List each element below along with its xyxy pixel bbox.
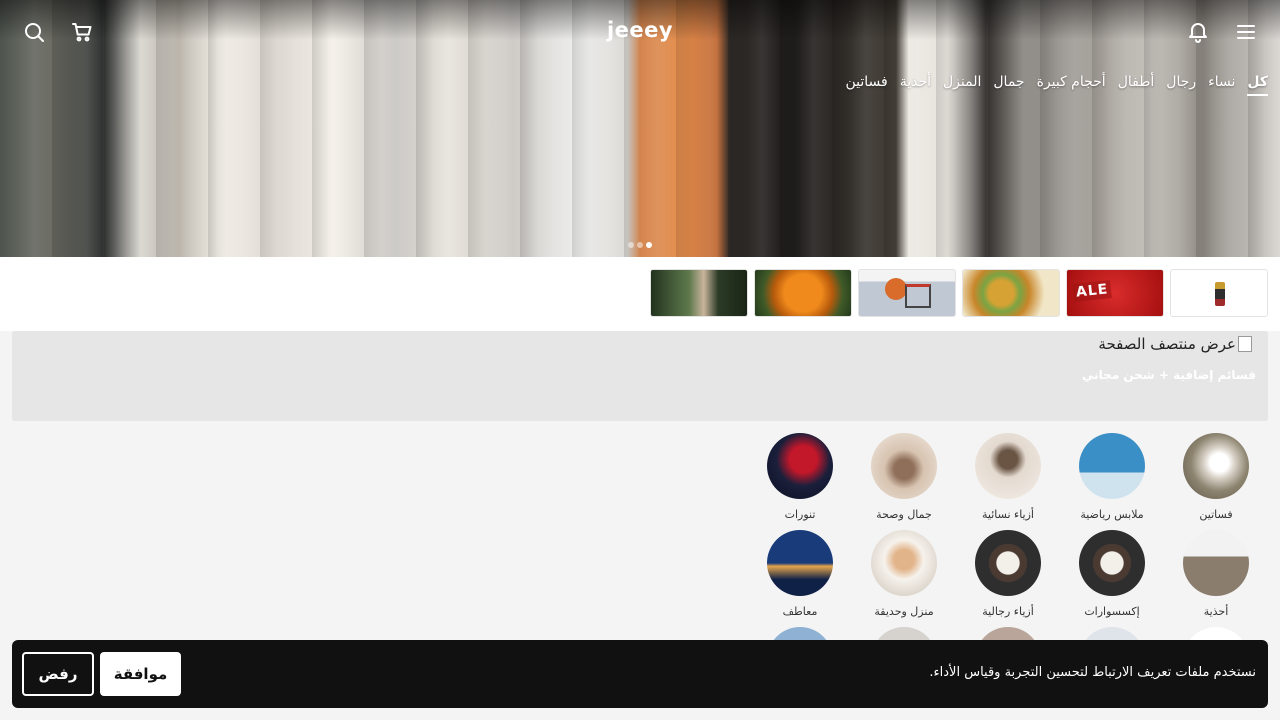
cart-icon[interactable] [68, 18, 96, 46]
category-item[interactable]: ملابس رياضية [1060, 433, 1164, 522]
broken-image-icon [1238, 336, 1252, 352]
category-tabs: كل نساء رجال أطفال أحجام كبيرة جمال المن… [845, 72, 1268, 96]
hero-banner[interactable]: jeeey كل نساء رجال أطفال أحجام كبيرة جما… [0, 0, 1280, 257]
promo-thumb-flower[interactable] [754, 269, 852, 317]
tab-all[interactable]: كل [1247, 72, 1268, 96]
category-image [871, 433, 937, 499]
category-item[interactable]: إكسسوارات [1060, 530, 1164, 619]
category-item[interactable]: أحذية [1164, 530, 1268, 619]
logo[interactable]: jeeey [607, 18, 673, 42]
category-image [871, 530, 937, 596]
logo-container: jeeey [0, 18, 1280, 42]
category-item[interactable]: أزياء نسائية [956, 433, 1060, 522]
promo-thumb-handshake[interactable] [650, 269, 748, 317]
tab-men[interactable]: رجال [1166, 72, 1196, 96]
category-image [767, 530, 833, 596]
category-label: إكسسوارات [1084, 605, 1140, 618]
promo-thumb-basketball[interactable] [858, 269, 956, 317]
category-image [1183, 530, 1249, 596]
carousel-dot[interactable] [628, 242, 634, 248]
category-image [767, 433, 833, 499]
category-label: منزل وحديقة [874, 605, 934, 618]
category-image [1079, 530, 1145, 596]
category-item[interactable]: تنورات [748, 433, 852, 522]
category-item[interactable]: جمال وصحة [852, 433, 956, 522]
hoop-image [905, 284, 931, 308]
category-image [975, 530, 1041, 596]
carousel-dot[interactable] [637, 242, 643, 248]
basketball-image [885, 278, 907, 300]
category-label: أزياء نسائية [982, 508, 1034, 521]
tab-home[interactable]: المنزل [943, 72, 981, 96]
category-label: تنورات [784, 508, 816, 521]
banner-subtitle: قسائم إضافية + شحن مجاني [1082, 368, 1256, 382]
promo-thumb-figure[interactable] [1170, 269, 1268, 317]
accept-button[interactable]: موافقة [100, 652, 181, 696]
category-label: جمال وصحة [876, 508, 932, 521]
tab-women[interactable]: نساء [1208, 72, 1235, 96]
category-label: أحذية [1203, 605, 1229, 618]
promo-strip: ALE [0, 257, 1280, 331]
tab-plus-size[interactable]: أحجام كبيرة [1037, 72, 1106, 96]
category-image [1183, 433, 1249, 499]
reject-button[interactable]: رفض [22, 652, 94, 696]
category-image [1079, 433, 1145, 499]
tab-dresses[interactable]: فساتين [845, 72, 887, 96]
carousel-dots [628, 242, 652, 248]
promo-thumb-food[interactable] [962, 269, 1060, 317]
tab-beauty[interactable]: جمال [993, 72, 1024, 96]
search-icon[interactable] [20, 18, 48, 46]
menu-icon[interactable] [1232, 18, 1260, 46]
figure-image [1215, 282, 1225, 306]
category-label: أزياء رجالية [982, 605, 1034, 618]
top-bar: jeeey [0, 0, 1280, 64]
tab-kids[interactable]: أطفال [1118, 72, 1155, 96]
category-item[interactable]: منزل وحديقة [852, 530, 956, 619]
banner-alt-text: عرض منتصف الصفحة [1098, 335, 1236, 353]
sale-image: ALE [1072, 280, 1113, 302]
cookie-message: نستخدم ملفات تعريف الارتباط لتحسين التجر… [929, 665, 1256, 680]
mid-page-banner[interactable]: عرض منتصف الصفحة قسائم إضافية + شحن مجان… [12, 331, 1268, 421]
category-label: معاطف [782, 605, 818, 618]
promo-thumb-sale[interactable]: ALE [1066, 269, 1164, 317]
bell-icon[interactable] [1184, 18, 1212, 46]
category-item[interactable]: معاطف [748, 530, 852, 619]
category-label: فساتين [1199, 508, 1233, 521]
category-image [975, 433, 1041, 499]
category-item[interactable]: فساتين [1164, 433, 1268, 522]
carousel-dot-active[interactable] [646, 242, 652, 248]
cookie-consent-bar: نستخدم ملفات تعريف الارتباط لتحسين التجر… [12, 640, 1268, 708]
category-label: ملابس رياضية [1080, 508, 1144, 521]
category-item[interactable]: أزياء رجالية [956, 530, 1060, 619]
tab-shoes[interactable]: أحذية [900, 72, 931, 96]
promo-thumbnails: ALE [650, 269, 1268, 317]
banner-alt: عرض منتصف الصفحة [1098, 335, 1252, 353]
